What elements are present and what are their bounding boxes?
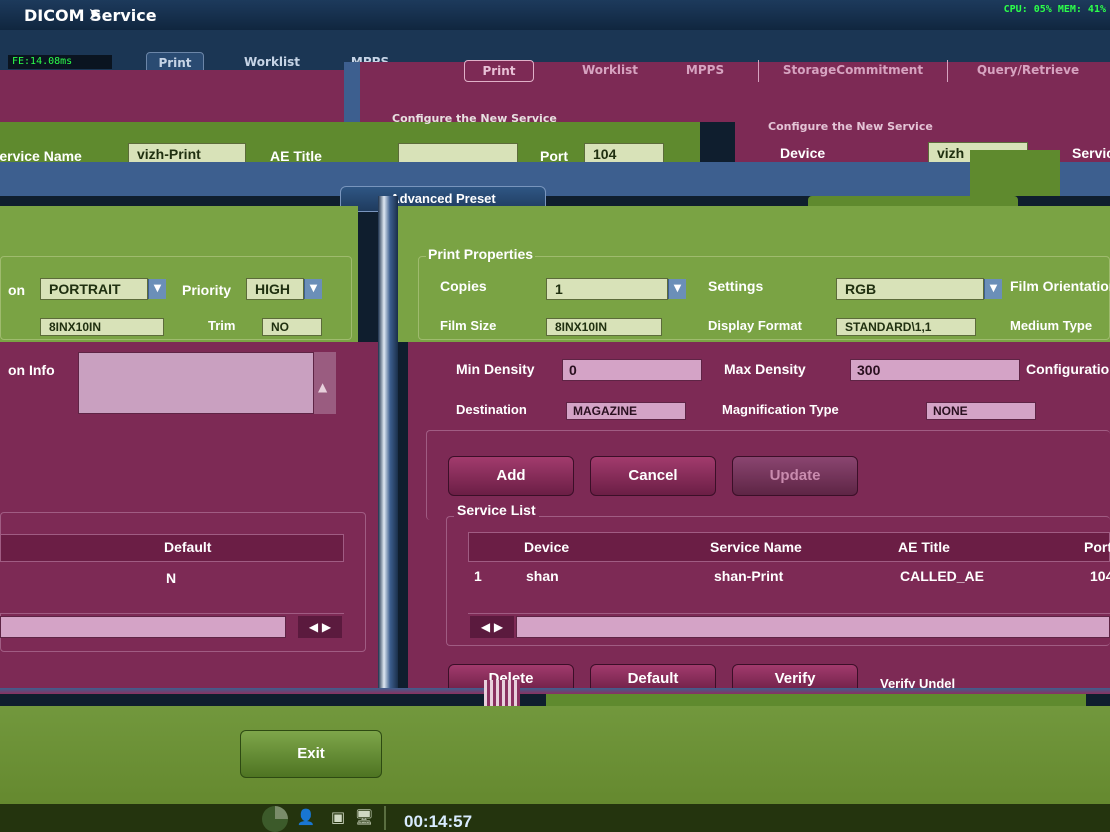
copies-dropdown-icon[interactable]: ▼ (668, 279, 686, 299)
glitch-band-top (0, 70, 350, 122)
display-format-label: Display Format (708, 318, 802, 333)
glitch-stripe (344, 62, 360, 122)
cancel-button[interactable]: Cancel (590, 456, 716, 496)
bottom-panel (0, 706, 1110, 804)
film-size-field-left[interactable]: 8INX10IN (40, 318, 164, 336)
device-label: Device (780, 145, 826, 161)
film-size-field[interactable]: 8INX10IN (546, 318, 662, 336)
perf-readout: CPU: 05% MEM: 41% (1003, 4, 1106, 15)
user-icon[interactable]: 👤 (296, 808, 316, 826)
left-table-cell-default: N (166, 570, 177, 586)
medium-type-label: Medium Type (1010, 318, 1093, 333)
col-header-device: Device (524, 539, 570, 555)
tab-query-retrieve[interactable]: Query/Retrieve (958, 60, 1098, 82)
glitch-green-strip (970, 150, 1060, 196)
scroll-up-icon[interactable]: ▲ (318, 380, 327, 394)
title-bar: DICOM Service CPU: 05% MEM: 41% ➤ (0, 0, 1110, 30)
tab-worklist-dup[interactable]: Worklist (560, 60, 660, 82)
orientation-label: on (8, 282, 26, 298)
glitch-button-bar (546, 694, 1086, 706)
settings-dropdown-icon[interactable]: ▼ (984, 279, 1002, 299)
add-button[interactable]: Add (448, 456, 574, 496)
trim-label: Trim (208, 318, 236, 333)
display-format-field[interactable]: STANDARD\1,1 (836, 318, 976, 336)
mouse-cursor-icon: ➤ (88, 4, 102, 23)
configure-legend-dup: Configure the New Service (768, 120, 933, 133)
clock: 00:14:57 (404, 812, 473, 831)
magnification-label: Magnification Type (722, 402, 839, 417)
magnification-field[interactable]: NONE (926, 402, 1036, 420)
film-size-label: Film Size (440, 318, 497, 333)
pie-chart-icon (262, 806, 288, 832)
row-service-name: shan-Print (714, 568, 784, 584)
col-header-ae-title: AE Title (898, 539, 950, 555)
trim-field[interactable]: NO (262, 318, 322, 336)
min-density-label: Min Density (456, 361, 535, 377)
left-hscroll[interactable] (0, 616, 286, 638)
max-density-label: Max Density (724, 361, 806, 377)
row-port: 104 (1090, 568, 1110, 584)
priority-dropdown-icon[interactable]: ▼ (304, 279, 322, 299)
orientation-field[interactable]: PORTRAIT (40, 278, 148, 300)
priority-label: Priority (182, 282, 232, 298)
monitor-icon[interactable]: 🖥 (354, 808, 374, 826)
configuration-info-label: on Info (8, 362, 55, 378)
row-device: shan (526, 568, 559, 584)
copies-label: Copies (440, 278, 487, 294)
service-list-row[interactable] (468, 561, 1110, 613)
row-ae-title: CALLED_AE (900, 568, 985, 584)
row-index: 1 (474, 568, 482, 584)
exit-button[interactable]: Exit (240, 730, 382, 778)
settings-field[interactable]: RGB (836, 278, 984, 300)
destination-field[interactable]: MAGAZINE (566, 402, 686, 420)
col-header-service-name: Service Name (710, 539, 802, 555)
configure-legend: Configure the New Service (392, 112, 557, 125)
print-properties-legend: Print Properties (426, 246, 536, 262)
status-divider (384, 806, 386, 830)
col-header-port: Port (1084, 539, 1110, 555)
priority-field[interactable]: HIGH (246, 278, 304, 300)
update-button[interactable]: Update (732, 456, 858, 496)
dicom-service-screen: DICOM Service CPU: 05% MEM: 41% ➤ FE:14.… (0, 0, 1110, 832)
status-bar (0, 804, 1110, 832)
service-scroll-arrows-icon[interactable]: ◀ ▶ (470, 616, 514, 638)
tab-mpps-dup[interactable]: MPPS (670, 60, 740, 82)
max-density-field[interactable]: 300 (850, 359, 1020, 381)
disk-icon[interactable]: ▣ (328, 808, 348, 826)
left-scroll-arrows-icon[interactable]: ◀ ▶ (298, 616, 342, 638)
configuration-info-textarea[interactable] (78, 352, 314, 414)
min-density-field[interactable]: 0 (562, 359, 702, 381)
orientation-dropdown-icon[interactable]: ▼ (148, 279, 166, 299)
copies-field[interactable]: 1 (546, 278, 668, 300)
destination-label: Destination (456, 402, 527, 417)
service-hscroll[interactable] (516, 616, 1110, 638)
glitch-blue-band (0, 162, 1110, 196)
service-list-legend: Service List (454, 502, 539, 518)
fe-readout: FE:14.08ms (8, 55, 112, 69)
configuration-label: Configuration Info (1026, 361, 1110, 377)
tab-storage-commitment[interactable]: StorageCommitment (758, 60, 948, 82)
settings-label: Settings (708, 278, 764, 294)
tab-print-dup[interactable]: Print (464, 60, 534, 82)
left-table-row[interactable] (0, 561, 344, 613)
film-orientation-label: Film Orientation (1010, 278, 1110, 294)
left-table-header-default: Default (164, 539, 212, 555)
service-label: Service (1072, 145, 1110, 161)
vertical-divider (378, 196, 398, 692)
